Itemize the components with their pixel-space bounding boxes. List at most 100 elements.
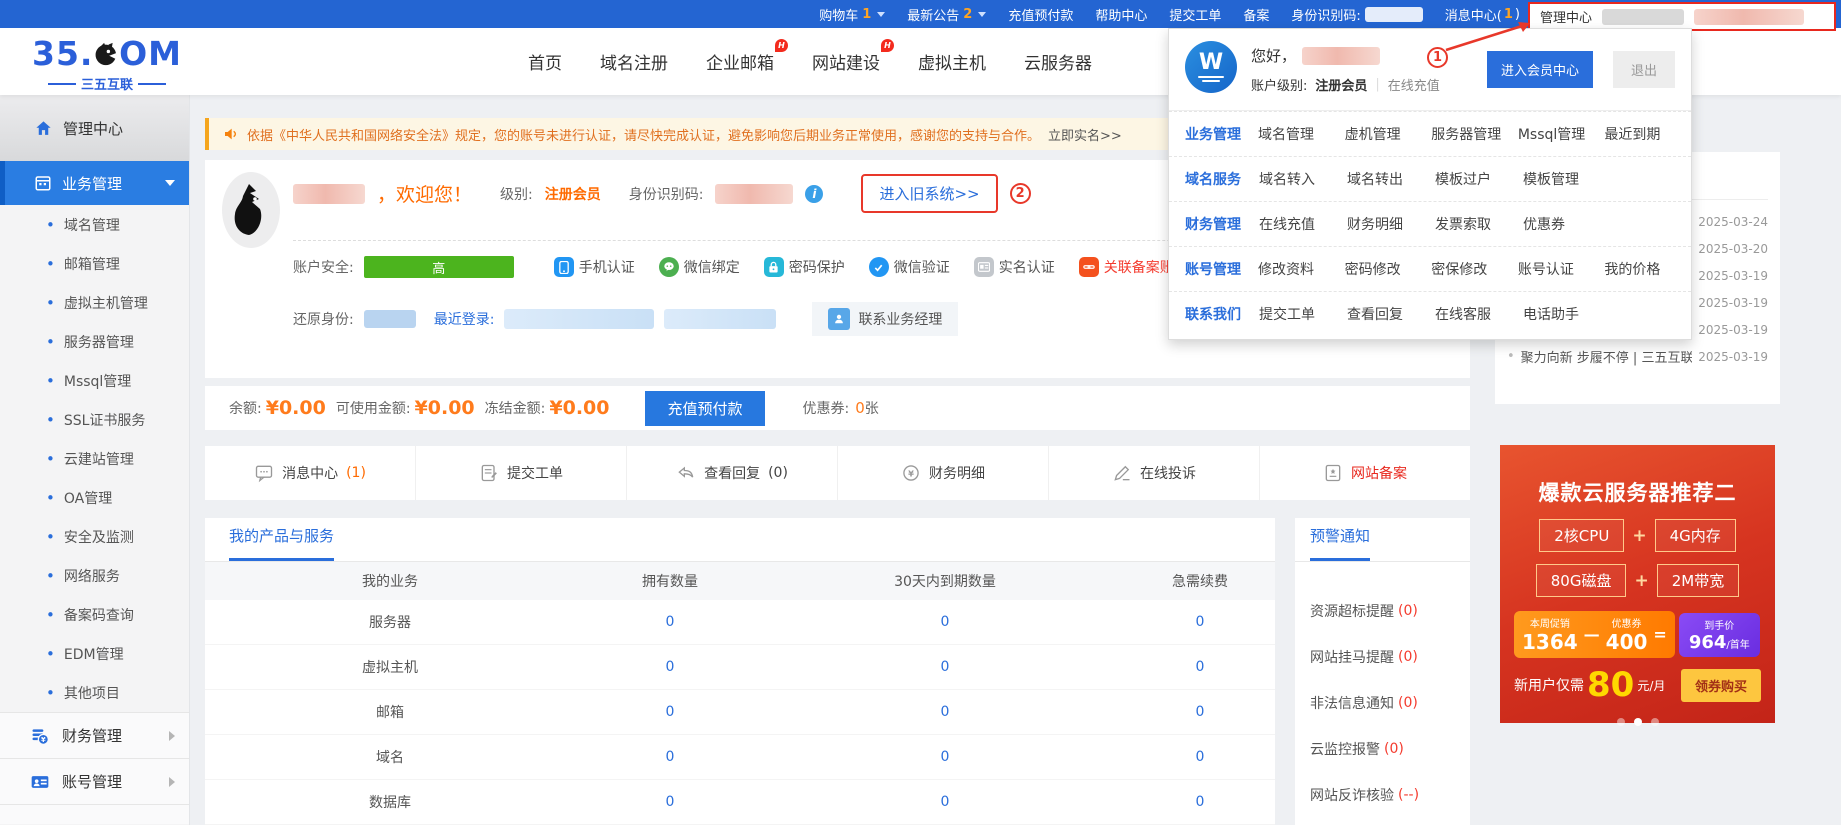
promo-banner[interactable]: 爆款云服务器推荐二 2核CPU + 4G内存 80G磁盘 + 2M带宽 本周促销…: [1500, 445, 1775, 723]
menu-item[interactable]: 财务明细: [1347, 214, 1435, 234]
owned-count-link[interactable]: 0: [666, 614, 675, 630]
menu-cat-domain[interactable]: 域名服务: [1185, 169, 1245, 189]
menu-item[interactable]: 电话助手: [1523, 304, 1611, 324]
sidebar-item-mailbox-mgmt[interactable]: •邮箱管理: [0, 244, 189, 283]
phone-verify-badge[interactable]: 手机认证: [554, 257, 635, 277]
alert-resource-over[interactable]: 资源超标提醒(0): [1310, 588, 1470, 634]
alert-trojan[interactable]: 网站挂马提醒(0): [1310, 634, 1470, 680]
verify-now-link[interactable]: 立即实名>>: [1048, 125, 1122, 144]
sidebar-item-admin-center[interactable]: 管理中心: [0, 95, 189, 161]
sidebar-item-mssql-mgmt[interactable]: •Mssql管理: [0, 361, 189, 400]
nav-home[interactable]: 首页: [528, 49, 562, 74]
sidebar-item-network[interactable]: •网络服务: [0, 556, 189, 595]
alert-anti-fraud[interactable]: 网站反诈核验(--): [1310, 772, 1470, 818]
nav-domain[interactable]: 域名注册: [600, 49, 668, 74]
recharge-button[interactable]: 充值预付款: [645, 391, 764, 426]
renew-count-link[interactable]: 0: [1196, 794, 1205, 810]
admin-center-button[interactable]: 管理中心: [1528, 2, 1836, 31]
menu-cat-contact[interactable]: 联系我们: [1185, 304, 1245, 324]
menu-item[interactable]: 服务器管理: [1431, 124, 1518, 144]
topbar-beian[interactable]: 备案: [1243, 5, 1269, 24]
tab-alerts[interactable]: 预警通知: [1310, 525, 1370, 561]
quick-submit-ticket[interactable]: 提交工单: [415, 446, 626, 500]
avatar[interactable]: [222, 172, 280, 248]
topbar-cart[interactable]: 购物车1: [819, 5, 885, 24]
menu-item[interactable]: 我的价格: [1604, 259, 1691, 279]
nav-website[interactable]: 网站建设H: [812, 49, 880, 74]
online-recharge-link[interactable]: 在线充值: [1388, 75, 1440, 94]
topbar-ticket[interactable]: 提交工单: [1169, 5, 1221, 24]
quick-website-beian[interactable]: 网站备案: [1259, 446, 1470, 500]
alert-illegal-info[interactable]: 非法信息通知(0): [1310, 680, 1470, 726]
carousel-dot[interactable]: [1651, 718, 1659, 726]
sidebar-item-account[interactable]: 账号管理: [0, 758, 189, 804]
info-icon[interactable]: i: [805, 185, 823, 203]
owned-count-link[interactable]: 0: [666, 659, 675, 675]
old-system-link[interactable]: 进入旧系统>>: [879, 185, 979, 203]
sidebar-item-edm[interactable]: •EDM管理: [0, 634, 189, 673]
menu-item[interactable]: 提交工单: [1259, 304, 1347, 324]
menu-item[interactable]: 修改资料: [1258, 259, 1345, 279]
menu-item[interactable]: 密保修改: [1431, 259, 1518, 279]
expiring-count-link[interactable]: 0: [941, 704, 950, 720]
alert-cloud-monitor[interactable]: 云监控报警(0): [1310, 726, 1470, 772]
menu-item[interactable]: Mssql管理: [1518, 124, 1605, 144]
quick-message-center[interactable]: 消息中心(1): [205, 446, 415, 500]
menu-item[interactable]: 域名转入: [1259, 169, 1347, 189]
menu-cat-account[interactable]: 账号管理: [1185, 259, 1244, 279]
topbar-recharge[interactable]: 充值预付款: [1008, 5, 1073, 24]
sidebar-item-security-monitor[interactable]: •安全及监测: [0, 517, 189, 556]
expiring-count-link[interactable]: 0: [941, 614, 950, 630]
sidebar-item-finance[interactable]: ¥ 财务管理: [0, 712, 189, 758]
last-login-link[interactable]: 最近登录:: [434, 309, 495, 329]
quick-view-replies[interactable]: 查看回复(0): [626, 446, 837, 500]
carousel-dot-active[interactable]: [1634, 718, 1642, 726]
wechat-bind-badge[interactable]: 微信绑定: [659, 257, 740, 277]
menu-cat-business[interactable]: 业务管理: [1185, 124, 1244, 144]
menu-item[interactable]: 查看回复: [1347, 304, 1435, 324]
renew-count-link[interactable]: 0: [1196, 704, 1205, 720]
menu-item[interactable]: 虚机管理: [1345, 124, 1432, 144]
wechat-verify-badge[interactable]: 微信验证: [869, 257, 950, 277]
menu-item[interactable]: 在线充值: [1259, 214, 1347, 234]
realname-verify-badge[interactable]: 实名认证: [974, 257, 1055, 277]
menu-item[interactable]: 域名转出: [1347, 169, 1435, 189]
nav-vps[interactable]: 虚拟主机: [918, 49, 986, 74]
logout-button[interactable]: 退出: [1613, 51, 1675, 88]
menu-item[interactable]: 在线客服: [1435, 304, 1523, 324]
nav-cloud[interactable]: 云服务器: [1024, 49, 1092, 74]
contact-manager-button[interactable]: 联系业务经理: [812, 302, 958, 336]
owned-count-link[interactable]: 0: [666, 704, 675, 720]
menu-item[interactable]: 模板管理: [1523, 169, 1611, 189]
expiring-count-link[interactable]: 0: [941, 749, 950, 765]
owned-count-link[interactable]: 0: [666, 794, 675, 810]
expiring-count-link[interactable]: 0: [941, 659, 950, 675]
menu-item[interactable]: 密码修改: [1345, 259, 1432, 279]
sidebar-item-server-mgmt[interactable]: •服务器管理: [0, 322, 189, 361]
menu-cat-finance[interactable]: 财务管理: [1185, 214, 1245, 234]
topbar-announcements[interactable]: 最新公告2: [907, 5, 986, 24]
carousel-dot[interactable]: [1617, 718, 1625, 726]
tab-my-products[interactable]: 我的产品与服务: [229, 525, 334, 561]
menu-item[interactable]: 发票索取: [1435, 214, 1523, 234]
topbar-help[interactable]: 帮助中心: [1095, 5, 1147, 24]
menu-item[interactable]: 最近到期: [1604, 124, 1691, 144]
expiring-count-link[interactable]: 0: [941, 794, 950, 810]
sidebar-item-vhost-mgmt[interactable]: •虚拟主机管理: [0, 283, 189, 322]
menu-item[interactable]: 模板过户: [1435, 169, 1523, 189]
password-protect-badge[interactable]: 密码保护: [764, 257, 845, 277]
quick-finance-detail[interactable]: ¥ 财务明细: [837, 446, 1048, 500]
renew-count-link[interactable]: 0: [1196, 614, 1205, 630]
menu-item[interactable]: 域名管理: [1258, 124, 1345, 144]
logo[interactable]: 35. OM 三五互联: [32, 34, 182, 93]
renew-count-link[interactable]: 0: [1196, 659, 1205, 675]
sidebar-item-sitebuilder[interactable]: •云建站管理: [0, 439, 189, 478]
menu-item[interactable]: 账号认证: [1518, 259, 1605, 279]
nav-email[interactable]: 企业邮箱H: [706, 49, 774, 74]
buy-coupon-button[interactable]: 领券购买: [1681, 669, 1761, 702]
sidebar-item-business[interactable]: 业务管理: [0, 161, 189, 205]
renew-count-link[interactable]: 0: [1196, 749, 1205, 765]
owned-count-link[interactable]: 0: [666, 749, 675, 765]
sidebar-item-oa[interactable]: •OA管理: [0, 478, 189, 517]
member-center-button[interactable]: 进入会员中心: [1487, 51, 1593, 88]
